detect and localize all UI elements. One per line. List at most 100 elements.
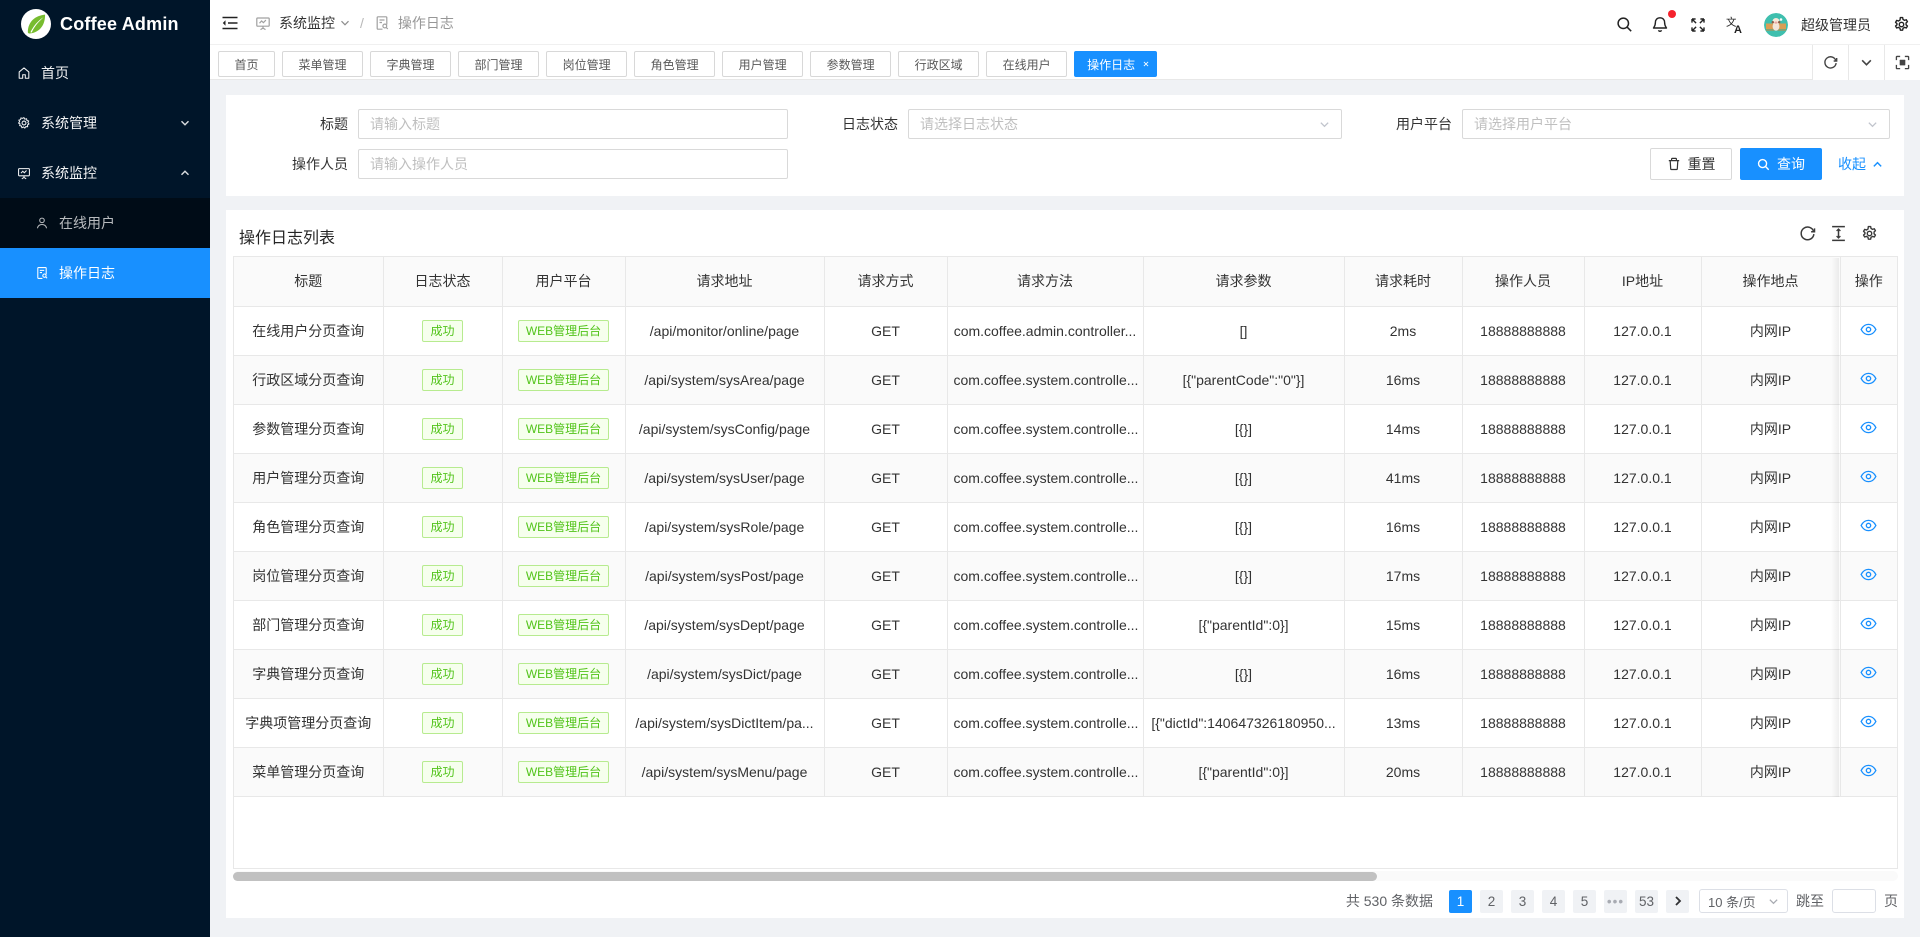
cell-params: [{"dictId":140647326180950... [1143,698,1344,747]
sidebar-item-label: 首页 [41,63,69,83]
sidebar-item-system-monitor[interactable]: 系统监控 [0,148,210,198]
logo[interactable]: Coffee Admin [0,0,210,48]
tab[interactable]: 部门管理 [458,51,539,77]
page-button[interactable]: 3 [1511,890,1534,913]
cell-ip: 127.0.0.1 [1584,502,1701,551]
status-badge: 成功 [422,369,462,391]
tab[interactable]: 菜单管理 [282,51,363,77]
avatar-image [1764,13,1788,37]
page-button[interactable]: 53 [1635,890,1658,913]
view-detail-button[interactable] [1860,470,1877,483]
tabbar-controls [1812,45,1920,80]
tab[interactable]: 用户管理 [722,51,803,77]
next-page-button[interactable] [1666,890,1689,913]
tab[interactable]: 角色管理 [634,51,715,77]
page-button[interactable]: 5 [1573,890,1596,913]
notification-badge [1668,10,1676,18]
cell-func: com.coffee.system.controlle... [947,404,1143,453]
cell-cost: 14ms [1344,404,1462,453]
menu-fold-icon[interactable] [221,14,239,32]
tab[interactable]: 在线用户 [986,51,1067,77]
title-input[interactable]: 请输入标题 [358,109,788,139]
page-button[interactable]: 4 [1542,890,1565,913]
table-row: 岗位管理分页查询 成功 WEB管理后台 /api/system/sysPost/… [234,551,1897,600]
user-name[interactable]: 超级管理员 [1801,2,1871,47]
avatar[interactable] [1764,2,1788,47]
table-row: 参数管理分页查询 成功 WEB管理后台 /api/system/sysConfi… [234,404,1897,453]
cell-url: /api/system/sysConfig/page [625,404,824,453]
tab[interactable]: 参数管理 [810,51,891,77]
jump-page-input[interactable] [1832,889,1876,913]
status-select[interactable]: 请选择日志状态 [908,109,1342,139]
reset-button[interactable]: 重置 [1650,148,1732,180]
jump-label: 跳至 [1796,891,1824,911]
cell-status: 成功 [383,502,502,551]
view-detail-button[interactable] [1860,323,1877,336]
sidebar-item-home[interactable]: 首页 [0,48,210,98]
view-detail-button[interactable] [1860,519,1877,532]
cell-operator: 18888888888 [1462,306,1584,355]
cell-func: com.coffee.admin.controller... [947,306,1143,355]
cell-url: /api/system/sysDict/page [625,649,824,698]
collapse-link[interactable]: 收起 [1838,148,1883,180]
page-size-select[interactable]: 10 条/页 [1699,889,1788,913]
cell-title: 角色管理分页查询 [234,502,383,551]
breadcrumb-parent[interactable]: 系统监控 [279,13,335,33]
scrollbar-thumb[interactable] [233,872,1377,881]
cell-params: [{}] [1143,453,1344,502]
cell-cost: 17ms [1344,551,1462,600]
tabs: 首页 菜单管理 字典管理 部门管理 岗位管理 角色管理 [218,51,1164,77]
bell-icon [1652,16,1668,33]
view-detail-button[interactable] [1860,666,1877,679]
home-icon [17,66,31,80]
tab[interactable]: 操作日志 [1074,51,1157,77]
view-detail-button[interactable] [1860,715,1877,728]
platform-badge: WEB管理后台 [518,614,609,636]
refresh-tab-button[interactable] [1812,45,1848,80]
platform-badge: WEB管理后台 [518,565,609,587]
view-detail-button[interactable] [1860,764,1877,777]
notifications-button[interactable] [1652,2,1668,47]
tab[interactable]: 行政区域 [898,51,979,77]
search-button[interactable] [1616,2,1633,47]
search-button[interactable]: 查询 [1740,148,1822,180]
cell-status: 成功 [383,355,502,404]
column-header: 操作人员 [1462,257,1584,306]
cell-url: /api/system/sysMenu/page [625,747,824,796]
table-row: 行政区域分页查询 成功 WEB管理后台 /api/system/sysArea/… [234,355,1897,404]
refresh-icon[interactable] [1799,225,1816,242]
tab[interactable]: 岗位管理 [546,51,627,77]
chevron-down-icon [180,118,190,128]
tab[interactable]: 首页 [218,51,275,77]
chevron-right-icon [1672,895,1684,907]
view-detail-button[interactable] [1860,617,1877,630]
translate-button[interactable]: 文A [1726,2,1744,47]
tab[interactable]: 字典管理 [370,51,451,77]
page-button[interactable]: ••• [1604,890,1627,913]
topbar-actions: 文A 超级管理员 [1500,0,1920,45]
platform-badge: WEB管理后台 [518,663,609,685]
tabs-menu-button[interactable] [1848,45,1884,80]
gear-icon[interactable] [1861,225,1878,242]
close-icon[interactable] [1143,61,1149,67]
view-detail-button[interactable] [1860,568,1877,581]
cell-operator: 18888888888 [1462,502,1584,551]
cell-method: GET [824,502,947,551]
cell-params: [{}] [1143,649,1344,698]
sidebar-item-system-manage[interactable]: 系统管理 [0,98,210,148]
sidebar-item-online-user[interactable]: 在线用户 [0,198,210,248]
table-row: 在线用户分页查询 成功 WEB管理后台 /api/monitor/online/… [234,306,1897,355]
operator-input[interactable]: 请输入操作人员 [358,149,788,179]
page-button[interactable]: 2 [1480,890,1503,913]
content-fullscreen-button[interactable] [1884,45,1920,80]
cell-cost: 16ms [1344,649,1462,698]
fullscreen-button[interactable] [1690,2,1706,47]
settings-button[interactable] [1893,2,1910,47]
platform-select[interactable]: 请选择用户平台 [1462,109,1890,139]
sidebar-item-operation-log[interactable]: 操作日志 [0,248,210,298]
cell-platform: WEB管理后台 [502,600,625,649]
column-height-icon[interactable] [1830,225,1847,242]
view-detail-button[interactable] [1860,372,1877,385]
page-button[interactable]: 1 [1449,890,1472,913]
view-detail-button[interactable] [1860,421,1877,434]
